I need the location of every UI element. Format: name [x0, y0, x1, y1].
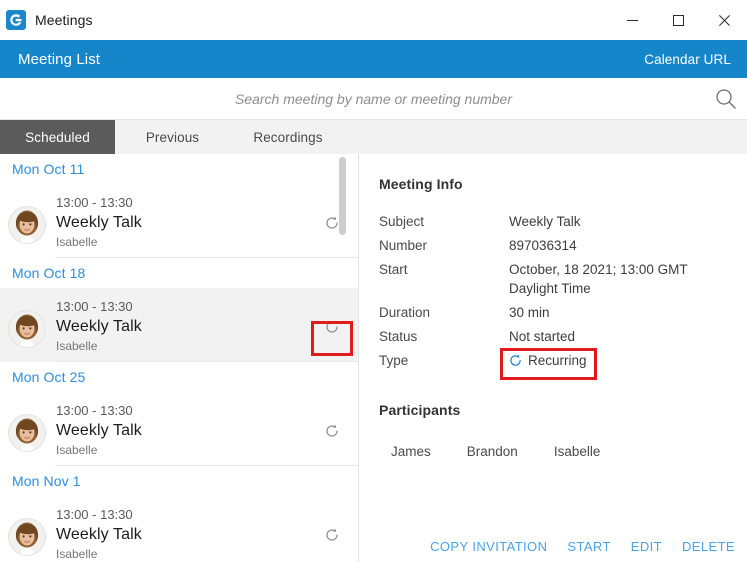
meeting-owner: Isabelle [56, 443, 98, 457]
participants-list: James Brandon Isabelle [391, 444, 600, 459]
list-divider [55, 465, 358, 466]
info-label: Number [379, 238, 428, 253]
meeting-item-text: 13:00 - 13:30 Weekly Talk Isabelle [56, 294, 142, 355]
meeting-list-pane[interactable]: Mon Oct 11 13:00 - 13:30 Weekly Talk Isa… [0, 154, 359, 562]
detail-action-bar: COPY INVITATION START EDIT DELETE [430, 539, 735, 554]
tab-scheduled[interactable]: Scheduled [0, 120, 115, 154]
meeting-item-text: 13:00 - 13:30 Weekly Talk Isabelle [56, 190, 142, 251]
info-row-type: Type Recurring [379, 351, 739, 370]
meeting-title: Weekly Talk [56, 318, 142, 335]
recurring-icon[interactable] [325, 320, 339, 334]
info-value-type-wrap: Recurring [509, 351, 587, 370]
participant-item[interactable]: Isabelle [554, 444, 601, 459]
minimize-icon [626, 19, 638, 21]
title-bar: Meetings [0, 0, 747, 40]
tab-bar: Scheduled Previous Recordings [0, 120, 747, 155]
meeting-item-text: 13:00 - 13:30 Weekly Talk Isabelle [56, 502, 142, 562]
copy-invitation-button[interactable]: COPY INVITATION [430, 539, 547, 554]
info-label: Duration [379, 305, 431, 320]
close-button[interactable] [701, 0, 747, 40]
search-bar [0, 78, 747, 120]
list-scrollbar-thumb[interactable] [339, 157, 346, 235]
date-group-header: Mon Oct 25 [12, 369, 86, 385]
search-icon[interactable] [715, 88, 737, 110]
info-row-subject: Subject Weekly Talk [379, 212, 739, 231]
recurring-icon[interactable] [325, 528, 339, 542]
info-label: Start [379, 262, 408, 277]
info-row-status: Status Not started [379, 327, 739, 346]
date-group-header: Mon Oct 11 [12, 161, 85, 177]
meeting-title: Weekly Talk [56, 422, 142, 439]
page-title: Meeting List [18, 50, 101, 68]
meeting-time: 13:00 - 13:30 [56, 195, 133, 210]
meeting-time: 13:00 - 13:30 [56, 507, 133, 522]
list-divider [55, 361, 358, 362]
info-value-subject: Weekly Talk [509, 214, 581, 229]
meeting-owner: Isabelle [56, 547, 98, 561]
search-input[interactable] [123, 90, 624, 107]
window-controls [609, 0, 747, 40]
participant-item[interactable]: Brandon [467, 444, 518, 459]
start-button[interactable]: START [567, 539, 610, 554]
meeting-time: 13:00 - 13:30 [56, 403, 133, 418]
meeting-info-heading: Meeting Info [379, 176, 463, 192]
minimize-button[interactable] [609, 0, 655, 40]
window-title: Meetings [35, 12, 93, 28]
avatar [8, 206, 46, 244]
meeting-list-item[interactable]: 13:00 - 13:30 Weekly Talk Isabelle [0, 184, 358, 258]
maximize-button[interactable] [655, 0, 701, 40]
calendar-url-link[interactable]: Calendar URL [644, 52, 731, 67]
meeting-owner: Isabelle [56, 339, 98, 353]
meetings-window: Meetings Meeting List Calendar URL Searc… [0, 0, 747, 562]
meeting-list-item[interactable]: 13:00 - 13:30 Weekly Talk Isabelle [0, 288, 358, 362]
info-label: Type [379, 353, 409, 368]
info-label: Subject [379, 214, 425, 229]
close-icon [718, 14, 730, 26]
info-value-type: Recurring [528, 353, 587, 368]
recurring-icon[interactable] [325, 424, 339, 438]
meeting-list-item[interactable]: 13:00 - 13:30 Weekly Talk Isabelle [0, 392, 358, 466]
main-content: Mon Oct 11 13:00 - 13:30 Weekly Talk Isa… [0, 154, 747, 562]
tab-previous[interactable]: Previous [115, 120, 230, 154]
info-label: Status [379, 329, 418, 344]
info-value-number: 897036314 [509, 238, 577, 253]
info-value-status: Not started [509, 329, 576, 344]
recurring-icon [509, 354, 522, 367]
meeting-list-item[interactable]: 13:00 - 13:30 Weekly Talk Isabelle [0, 496, 358, 562]
avatar [8, 310, 46, 348]
info-row-start: Start October, 18 2021; 13:00 GMT Daylig… [379, 260, 739, 298]
info-row-number: Number 897036314 [379, 236, 739, 255]
recurring-icon[interactable] [325, 216, 339, 230]
edit-button[interactable]: EDIT [631, 539, 662, 554]
meeting-item-text: 13:00 - 13:30 Weekly Talk Isabelle [56, 398, 142, 459]
meeting-title: Weekly Talk [56, 214, 142, 231]
maximize-icon [672, 14, 684, 26]
meeting-title: Weekly Talk [56, 526, 142, 543]
tab-recordings[interactable]: Recordings [230, 120, 346, 154]
app-header-bar: Meeting List Calendar URL [0, 40, 747, 78]
avatar [8, 414, 46, 452]
participant-item[interactable]: James [391, 444, 431, 459]
info-value-duration: 30 min [509, 305, 550, 320]
meeting-detail-pane: Meeting Info Subject Weekly Talk Number … [359, 154, 747, 562]
info-value-start: October, 18 2021; 13:00 GMT Daylight Tim… [509, 262, 688, 296]
meeting-owner: Isabelle [56, 235, 98, 249]
info-row-duration: Duration 30 min [379, 303, 739, 322]
date-group-header: Mon Nov 1 [12, 473, 81, 489]
avatar [8, 518, 46, 556]
meeting-time: 13:00 - 13:30 [56, 299, 133, 314]
date-group-header: Mon Oct 18 [12, 265, 86, 281]
gotomeeting-g-icon [6, 10, 26, 30]
participants-heading: Participants [379, 402, 461, 418]
list-divider [55, 257, 358, 258]
meeting-info-table: Subject Weekly Talk Number 897036314 Sta… [379, 212, 739, 375]
delete-button[interactable]: DELETE [682, 539, 735, 554]
